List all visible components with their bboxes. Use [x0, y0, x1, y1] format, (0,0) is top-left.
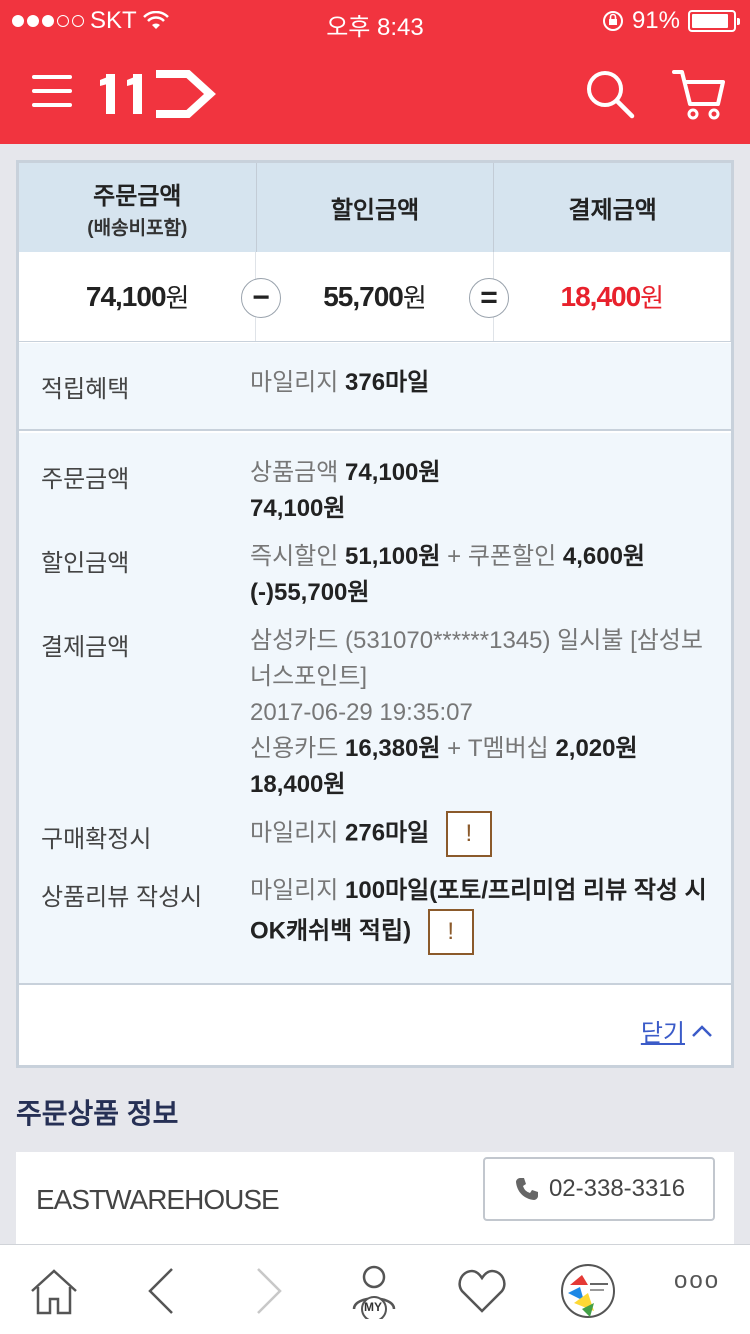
review-reward-prefix: 마일리지 [250, 877, 339, 904]
review-reward-mileage: 100마일(포토/프리미엄 리뷰 작성 시 [345, 877, 707, 904]
home-icon[interactable] [26, 1263, 82, 1319]
info-alert-icon[interactable]: ! [427, 909, 474, 955]
order-amount-cell: 74,100 원 [19, 252, 257, 341]
menu-icon[interactable] [32, 75, 72, 107]
more-icon[interactable]: ooo [674, 1267, 730, 1323]
coupon-discount-prefix: 쿠폰할인 [467, 543, 557, 570]
seller-row: EASTWAREHOUSE 02-338-3316 [16, 1152, 734, 1248]
credit-card-prefix: 신용카드 [250, 735, 339, 762]
card-info-line2: 너스포인트] [250, 663, 368, 690]
confirm-reward-label: 구매확정시 [41, 826, 152, 853]
forward-icon[interactable] [240, 1263, 296, 1319]
payment-amount-header: 결제금액 [568, 197, 657, 224]
brand-logo[interactable] [100, 68, 216, 118]
order-amount-header: 주문금액 [93, 182, 182, 210]
minus-operator-icon: − [241, 278, 281, 318]
summary-header-row: 주문금액 (배송비포함) 할인금액 결제금액 [19, 163, 731, 252]
close-details-link[interactable]: 닫기 [641, 1013, 713, 1048]
phone-icon [515, 1178, 538, 1200]
plus-sign: + [447, 543, 462, 570]
reward-prefix: 마일리지 [250, 369, 339, 396]
summary-header-payment: 결제금액 [494, 163, 731, 252]
payment-details-section: 주문금액 상품금액 74,100원 74,100원 할인금액 즉시할인 51,1… [19, 433, 731, 985]
currency-unit: 원 [402, 283, 427, 313]
battery-percent: 91% [631, 7, 680, 34]
battery-info: 91% [602, 7, 740, 35]
summary-values-row: 74,100 원 55,700 원 18,400 원 − = [19, 252, 731, 342]
order-detail-label: 주문금액 [41, 466, 130, 493]
seller-name[interactable]: EASTWAREHOUSE [36, 1184, 280, 1216]
recent-item-thumb[interactable] [560, 1263, 616, 1319]
confirm-reward-mileage: 276마일 [345, 819, 430, 847]
discount-amount-header: 할인금액 [330, 197, 420, 224]
discount-detail-value: 즉시할인 51,100원 + 쿠폰할인 4,600원 (-)55,700원 [250, 539, 720, 611]
search-icon[interactable] [584, 68, 636, 120]
review-reward-label: 상품리뷰 작성시 [41, 884, 203, 911]
confirm-reward-prefix: 마일리지 [250, 819, 339, 847]
currency-unit: 원 [640, 283, 664, 313]
credit-card-value: 16,380원 [345, 735, 441, 762]
payment-detail-value: 삼성카드 (531070******1345) 일시불 [삼성보 너스포인트] … [250, 623, 720, 803]
status-bar: SKT 오후 8:43 91% [0, 0, 750, 41]
coupon-discount-value: 4,600원 [562, 543, 645, 570]
review-reward-mileage-cont: OK캐쉬백 적립) [250, 917, 412, 945]
payment-detail-label: 결제금액 [41, 634, 130, 661]
my-label: MY [364, 1300, 382, 1314]
payment-datetime: 2017-06-29 19:35:07 [250, 699, 473, 726]
order-amount-value: 74,100 [85, 280, 167, 312]
instant-discount-value: 51,100원 [345, 543, 441, 570]
order-detail-value: 상품금액 74,100원 74,100원 [250, 455, 720, 527]
payment-detail-total: 18,400원 [250, 771, 346, 798]
tmembership-value: 2,020원 [555, 735, 638, 762]
discount-detail-label: 할인금액 [41, 550, 130, 577]
discount-detail-total: (-)55,700원 [250, 579, 370, 606]
close-label: 닫기 [640, 1020, 685, 1047]
reward-mileage: 376마일 [345, 369, 430, 396]
card-info-line1: 삼성카드 (531070******1345) 일시불 [삼성보 [250, 627, 703, 654]
summary-header-order: 주문금액 (배송비포함) [19, 163, 257, 252]
seller-phone: 02-338-3316 [548, 1175, 686, 1202]
discount-amount-cell: 55,700 원 [256, 252, 494, 341]
order-items-title: 주문상품 정보 [16, 1098, 179, 1129]
order-amount-subheader: (배송비포함) [87, 217, 188, 239]
reward-section: 적립혜택 마일리지 376마일 [19, 343, 731, 431]
confirm-reward-value: 마일리지 276마일 ! [250, 811, 720, 857]
payment-summary-card: 주문금액 (배송비포함) 할인금액 결제금액 74,100 원 55,700 원 1… [16, 160, 734, 1068]
reward-value: 마일리지 376마일 [250, 365, 720, 401]
info-alert-icon[interactable]: ! [445, 811, 492, 857]
summary-header-discount: 할인금액 [257, 163, 495, 252]
plus-sign: + [447, 735, 462, 762]
tmembership-prefix: T멤버십 [467, 735, 549, 762]
orientation-lock-icon [602, 11, 623, 31]
currency-unit: 원 [165, 283, 190, 313]
payment-amount-cell: 18,400 원 [494, 252, 731, 341]
heart-icon[interactable] [454, 1263, 510, 1319]
back-icon[interactable] [134, 1263, 190, 1319]
bottom-tab-bar: MY ooo [0, 1244, 750, 1334]
reward-label: 적립혜택 [41, 376, 130, 403]
discount-amount-value: 55,700 [323, 280, 404, 312]
equals-operator-icon: = [469, 278, 509, 318]
call-seller-button[interactable]: 02-338-3316 [483, 1157, 715, 1221]
instant-discount-prefix: 즉시할인 [250, 543, 339, 570]
product-amount-value: 74,100원 [345, 459, 441, 486]
chevron-up-icon [692, 1024, 712, 1037]
my-page-button[interactable]: MY [346, 1263, 402, 1322]
app-header [0, 40, 750, 144]
product-amount-prefix: 상품금액 [250, 459, 339, 486]
review-reward-value: 마일리지 100마일(포토/프리미엄 리뷰 작성 시 OK캐쉬백 적립) ! [250, 873, 720, 955]
order-detail-total: 74,100원 [250, 495, 346, 522]
cart-icon[interactable] [670, 66, 726, 122]
battery-icon [688, 10, 740, 32]
payment-amount-value: 18,400 [560, 280, 642, 312]
